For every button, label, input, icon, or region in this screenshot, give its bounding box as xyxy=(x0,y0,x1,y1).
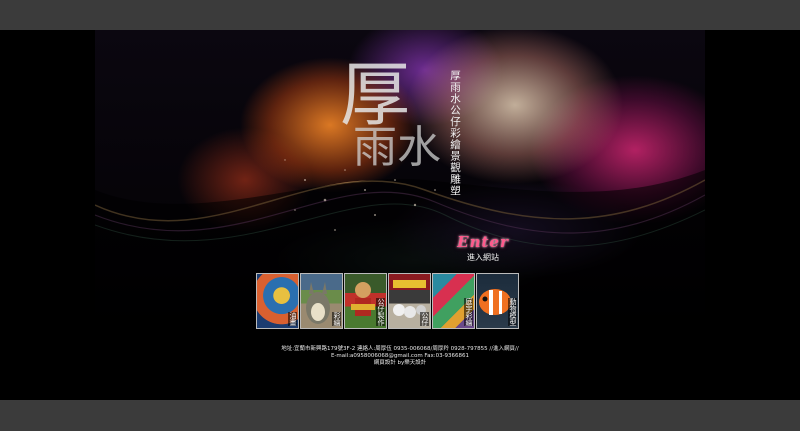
enter-button[interactable]: Enter 進入網站 xyxy=(455,233,511,263)
thumbnail-painting[interactable]: 彩繪 xyxy=(300,273,343,329)
site-title-vertical: 厚雨水公仔彩繪景觀雕塑 xyxy=(449,70,461,197)
splash-band: 厚 雨水 厚雨水公仔彩繪景觀雕塑 Enter 進入網站 油畫 彩繪 公仔製作 公… xyxy=(0,30,800,400)
footer-contact: 地址:宜蘭市新興路179號3F-2 連絡人:周厚伍 0935-006068/周厚… xyxy=(0,346,800,367)
thumbnail-caption: 動物模型 xyxy=(508,298,517,326)
logo-main-character: 厚 xyxy=(340,54,410,136)
thumbnail-temple-painting[interactable]: 庭宇彩繪 xyxy=(432,273,475,329)
thumbnail-figurine[interactable]: 公仔 xyxy=(388,273,431,329)
thumbnail-caption: 庭宇彩繪 xyxy=(464,298,473,326)
enter-sublabel: 進入網站 xyxy=(467,253,499,262)
footer-address: 地址:宜蘭市新興路179號3F-2 連絡人:周厚伍 0935-006068/周厚… xyxy=(281,346,519,352)
hero-banner: 厚 雨水 厚雨水公仔彩繪景觀雕塑 Enter 進入網站 油畫 彩繪 公仔製作 公… xyxy=(95,30,705,370)
thumbnail-caption: 彩繪 xyxy=(332,312,341,326)
footer-email: E-mail:a0958006068@gmail.com Fax:03-9366… xyxy=(330,353,470,359)
thumbnail-oil-painting[interactable]: 油畫 xyxy=(256,273,299,329)
thumbnail-animal-model[interactable]: 動物模型 xyxy=(476,273,519,329)
thumbnail-caption: 公仔製作 xyxy=(376,298,385,326)
page: 厚 雨水 厚雨水公仔彩繪景觀雕塑 Enter 進入網站 油畫 彩繪 公仔製作 公… xyxy=(0,0,800,431)
footer-credit: 網頁設計 by樂天設計 xyxy=(373,360,427,366)
thumbnail-caption: 油畫 xyxy=(288,312,297,326)
logo-sub-characters: 雨水 xyxy=(353,122,441,173)
enter-label: Enter xyxy=(457,233,509,251)
thumbnail-caption: 公仔 xyxy=(420,312,429,326)
thumbnail-figure-making[interactable]: 公仔製作 xyxy=(344,273,387,329)
